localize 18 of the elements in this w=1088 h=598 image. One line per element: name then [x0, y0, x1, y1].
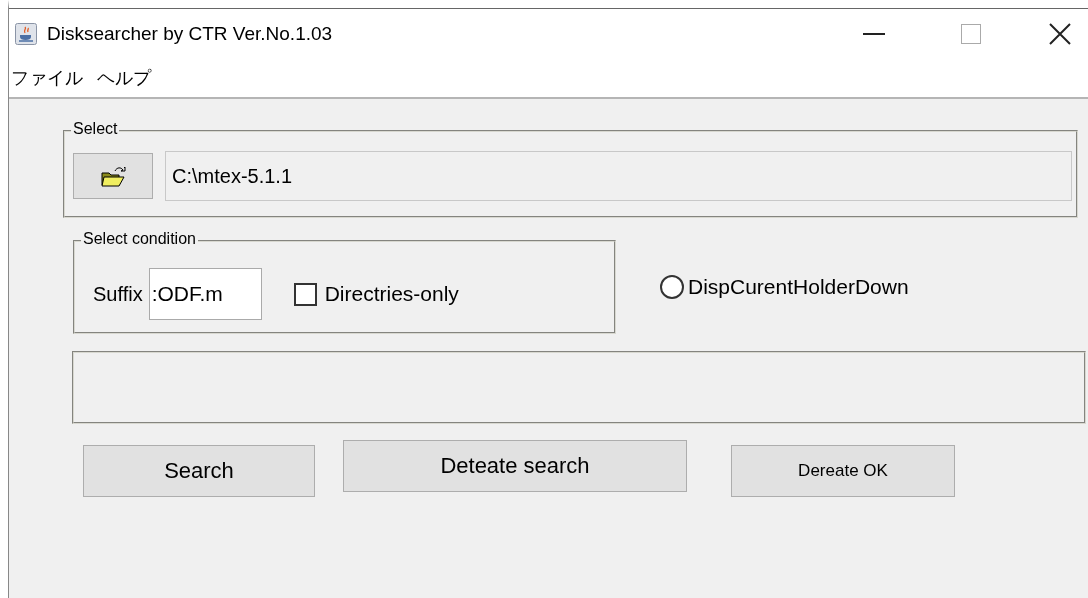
- path-field[interactable]: C:\mtex-5.1.1: [165, 151, 1072, 201]
- folder-icon: [100, 165, 126, 187]
- action-button[interactable]: Dereate OK: [731, 445, 955, 497]
- checkbox-label: Directries-only: [324, 282, 459, 306]
- radio-button[interactable]: [660, 275, 684, 299]
- java-app-icon: [15, 23, 37, 45]
- open-folder-button[interactable]: [73, 153, 153, 199]
- action-button[interactable]: Search: [83, 445, 315, 497]
- minimize-icon[interactable]: [863, 32, 885, 36]
- close-icon[interactable]: [1049, 23, 1071, 45]
- menu-item[interactable]: ヘルプ: [97, 66, 151, 90]
- action-button[interactable]: Deteate search: [343, 440, 687, 492]
- suffix-label: Suffix: [93, 282, 143, 306]
- suffix-input[interactable]: :ODF.m: [148, 268, 262, 320]
- checkbox[interactable]: [293, 282, 317, 306]
- window-title: Disksearcher by CTR Ver.No.1.03: [47, 23, 333, 45]
- radio-label: DispCurentHolderDown: [688, 275, 909, 299]
- menu-item[interactable]: ファイル: [11, 66, 83, 90]
